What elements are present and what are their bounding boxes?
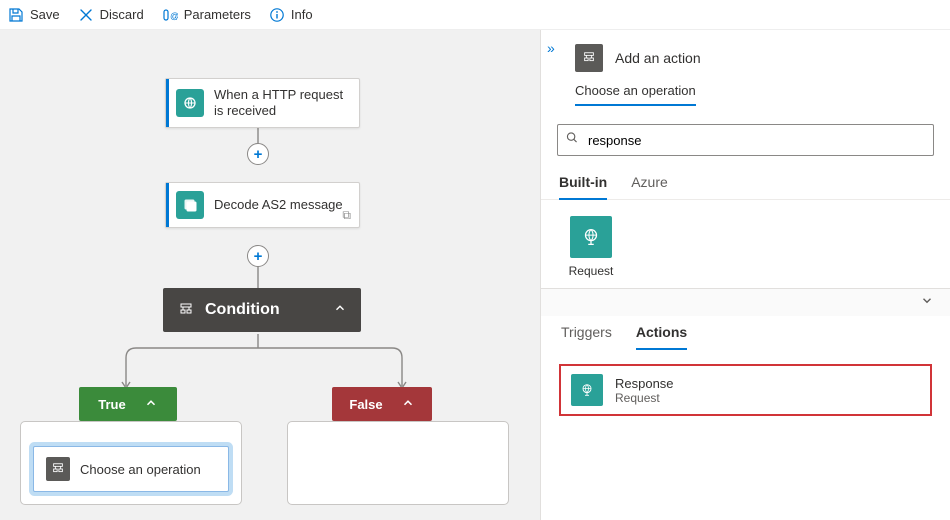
true-label: True [98,397,125,412]
tab-builtin[interactable]: Built-in [559,168,607,200]
scope-tabs: Built-in Azure [541,168,950,200]
operation-icon [575,44,603,72]
panel-header: Add an action [541,30,950,82]
add-step-button-2[interactable]: + [247,245,269,267]
true-branch-header[interactable]: True [79,387,177,421]
chevron-up-icon [401,396,415,413]
discard-label: Discard [100,7,144,22]
save-button[interactable]: Save [8,7,60,23]
collapse-panel-button[interactable]: » [547,40,555,56]
false-branch-header[interactable]: False [332,387,432,421]
connector-request-label: Request [569,264,614,278]
panel-title: Add an action [615,50,701,66]
action-title: Decode AS2 message [214,197,343,213]
action-card-decode-as2[interactable]: Decode AS2 message [165,182,360,228]
discard-icon [78,7,94,23]
info-icon [269,7,285,23]
condition-title: Condition [205,301,280,319]
info-label: Info [291,7,313,22]
http-icon [176,89,204,117]
add-step-button-1[interactable]: + [247,143,269,165]
operation-panel: » Add an action Choose an operation Buil… [540,30,950,520]
search-input[interactable] [557,124,934,156]
choose-operation-card[interactable]: Choose an operation [33,446,229,492]
response-action-icon [571,374,603,406]
parameters-icon: @ [162,7,178,23]
tab-triggers[interactable]: Triggers [561,316,612,350]
condition-icon [177,301,195,319]
toolbar: Save Discard @ Parameters Info [0,0,950,30]
discard-button[interactable]: Discard [78,7,144,23]
trigger-title: When a HTTP request is received [214,87,349,120]
save-icon [8,7,24,23]
result-subtitle: Request [615,391,674,405]
section-divider[interactable] [541,288,950,316]
chevron-up-icon [144,396,158,413]
tab-azure[interactable]: Azure [631,168,668,199]
false-label: False [349,397,382,412]
operation-icon [46,457,70,481]
choose-operation-label: Choose an operation [80,462,201,477]
request-connector-icon [570,216,612,258]
connector-request-tile[interactable]: Request [561,216,621,278]
svg-text:@: @ [170,11,178,21]
as2-icon [176,191,204,219]
card-accent [166,79,169,127]
chevron-up-icon [333,301,347,320]
parameters-label: Parameters [184,7,251,22]
card-accent [166,183,169,227]
triggers-actions-tabs: Triggers Actions [541,316,950,350]
result-title: Response [615,376,674,391]
trigger-card-http-request[interactable]: When a HTTP request is received [165,78,360,128]
panel-subheader-label: Choose an operation [575,83,696,106]
false-branch-box[interactable] [287,421,509,505]
parameters-button[interactable]: @ Parameters [162,7,251,23]
panel-subheader: Choose an operation [541,82,950,110]
search-icon [565,131,579,150]
search-box [557,124,934,156]
info-button[interactable]: Info [269,7,313,23]
designer-canvas[interactable]: When a HTTP request is received + Decode… [0,30,540,520]
condition-card[interactable]: Condition [163,288,361,332]
save-label: Save [30,7,60,22]
action-result-response[interactable]: Response Request [559,364,932,416]
chevron-down-icon [920,293,934,312]
main: When a HTTP request is received + Decode… [0,30,950,520]
tab-actions[interactable]: Actions [636,316,687,350]
